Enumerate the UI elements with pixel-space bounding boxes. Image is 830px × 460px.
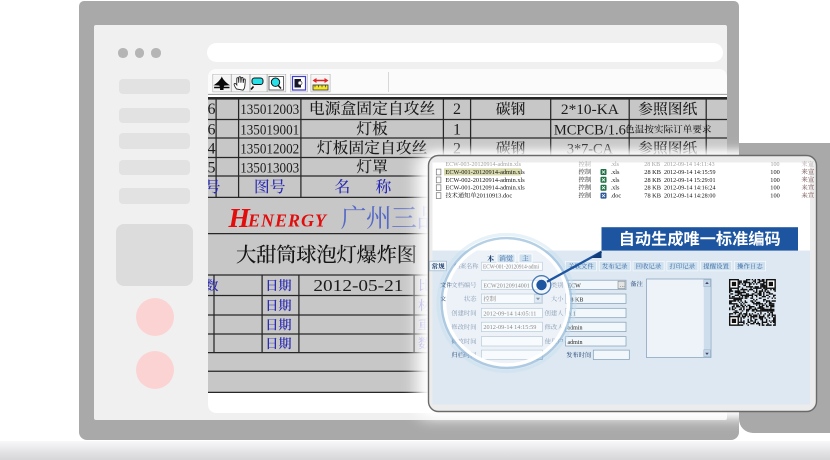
- svg-text:135019001: 135019001: [240, 122, 299, 138]
- svg-text:06: 06: [208, 121, 216, 138]
- svg-text:28 KB: 28 KB: [644, 177, 661, 184]
- svg-text:100: 100: [770, 169, 779, 176]
- svg-text:…: …: [620, 283, 626, 289]
- svg-text:2012-05-21: 2012-05-21: [313, 276, 403, 295]
- svg-text:.xls: .xls: [611, 169, 620, 176]
- svg-text:.doc: .doc: [611, 192, 622, 199]
- svg-text:135012002: 135012002: [240, 141, 299, 157]
- svg-text:100: 100: [770, 185, 779, 192]
- svg-text:.xls: .xls: [611, 177, 620, 184]
- svg-text:MCPCB/1.6: MCPCB/1.6: [553, 121, 625, 138]
- svg-text:.xls: .xls: [611, 185, 620, 192]
- svg-text:2012-09-14 14:11:43: 2012-09-14 14:11:43: [664, 162, 715, 168]
- svg-text:1: 1: [453, 121, 461, 138]
- svg-text:.xls: .xls: [611, 162, 620, 168]
- svg-text:ECW-001-20120914-admin.xls: ECW-001-20120914-admin.xls: [446, 185, 526, 192]
- svg-text:2012-09-14 14:28:00: 2012-09-14 14:28:00: [664, 192, 716, 199]
- svg-text:ENERGY: ENERGY: [247, 211, 328, 231]
- svg-text:78 KB: 78 KB: [644, 192, 661, 199]
- svg-text:2012-09-14 14:16:24: 2012-09-14 14:16:24: [664, 185, 716, 192]
- svg-text:135013003: 135013003: [240, 160, 299, 176]
- svg-text:05: 05: [208, 159, 216, 176]
- svg-text:28 KB: 28 KB: [644, 162, 660, 168]
- svg-text:2012-09-14 14:15:59: 2012-09-14 14:15:59: [664, 169, 716, 176]
- svg-text:2012-09-14 15:29:01: 2012-09-14 15:29:01: [664, 177, 716, 184]
- svg-text:28 KB: 28 KB: [644, 169, 661, 176]
- svg-text:2: 2: [453, 101, 461, 118]
- svg-text:ECW-002-20120914-admin.xls: ECW-002-20120914-admin.xls: [446, 177, 526, 184]
- svg-text:04: 04: [208, 140, 216, 157]
- svg-text:28 KB: 28 KB: [644, 185, 661, 192]
- svg-text:06: 06: [208, 101, 216, 118]
- svg-text:20110913.doc: 20110913.doc: [477, 192, 513, 199]
- svg-text:100: 100: [771, 162, 780, 168]
- svg-text:100: 100: [770, 177, 779, 184]
- svg-text:2*10-KA: 2*10-KA: [560, 101, 618, 118]
- svg-text:admin: admin: [568, 340, 583, 346]
- svg-text:135012003: 135012003: [240, 102, 299, 118]
- svg-text:ECW-003-20120914-admin.xls: ECW-003-20120914-admin.xls: [446, 162, 522, 168]
- svg-text:100: 100: [770, 192, 779, 199]
- svg-text:ECW-001-20120914-admin.xls: ECW-001-20120914-admin.xls: [446, 169, 526, 176]
